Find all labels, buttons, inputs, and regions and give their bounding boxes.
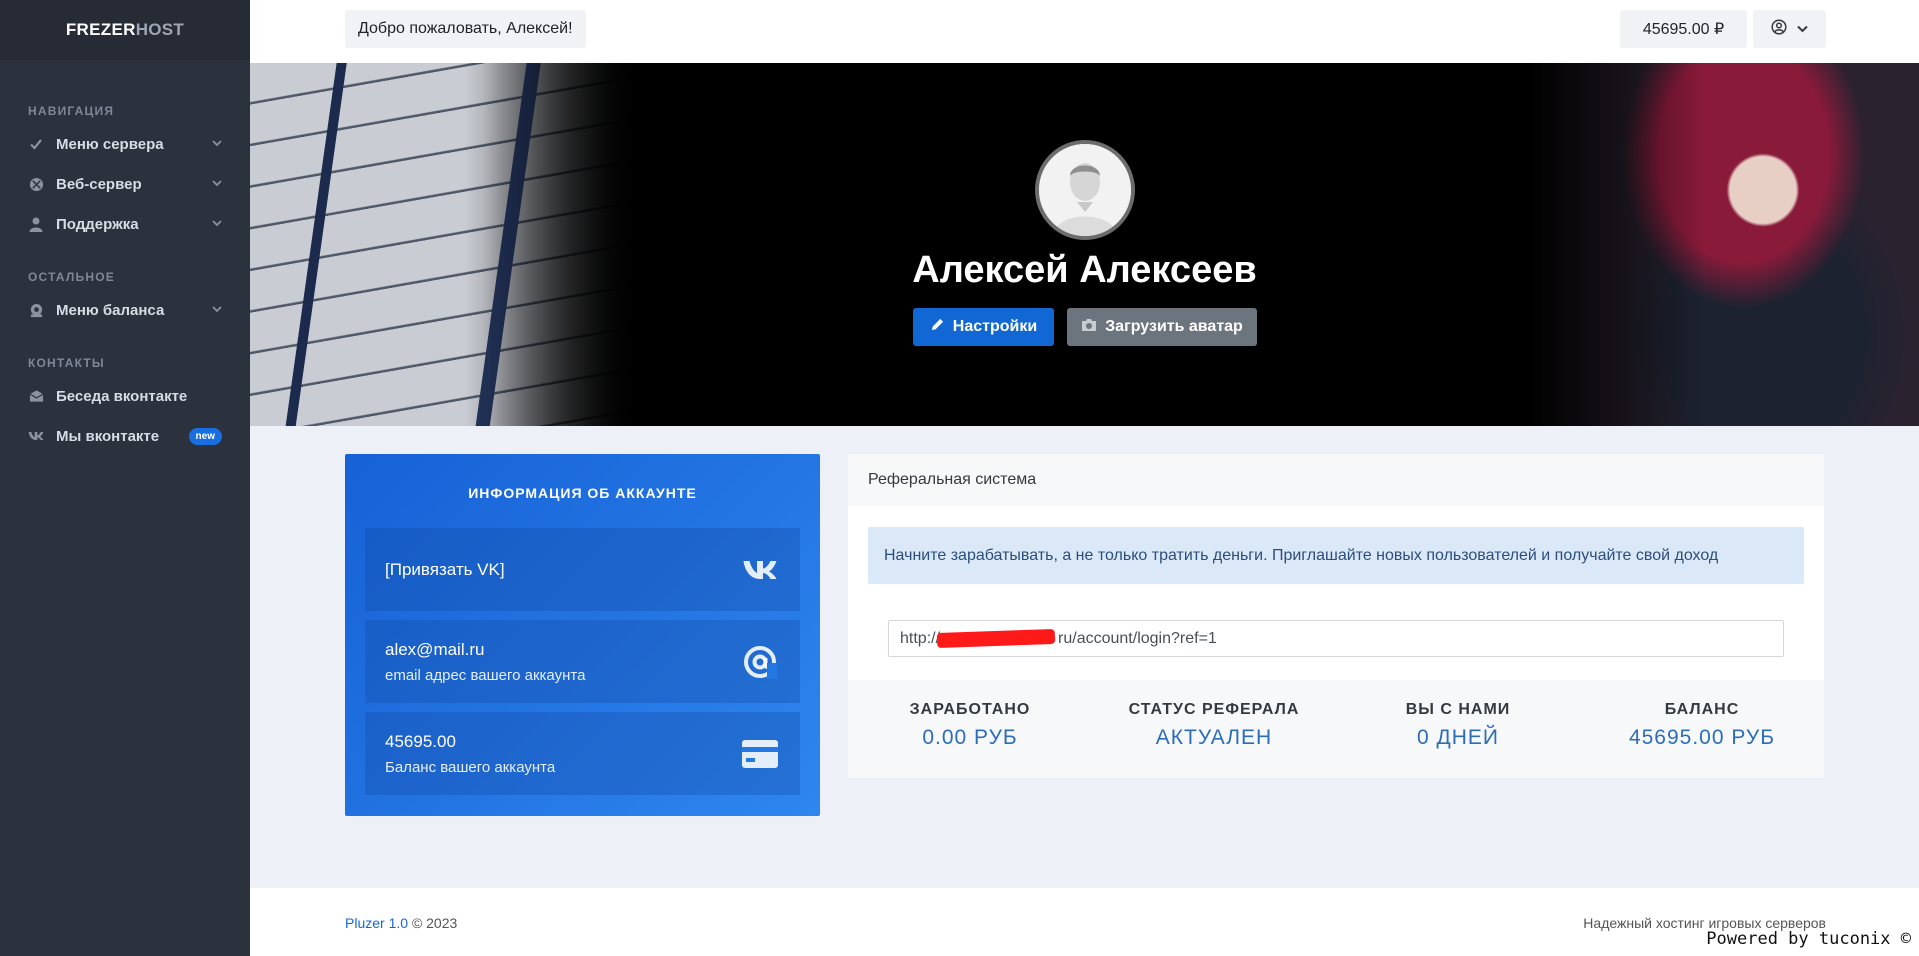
credit-card-icon bbox=[740, 739, 780, 769]
vk-icon bbox=[28, 428, 44, 444]
footer-year: © 2023 bbox=[411, 915, 458, 931]
stat-value: 0 ДНЕЙ bbox=[1416, 726, 1499, 749]
settings-button-label: Настройки bbox=[952, 318, 1038, 335]
chat-icon bbox=[28, 388, 44, 404]
chevron-down-icon bbox=[212, 179, 222, 190]
stat-label: БАЛАНС bbox=[1664, 701, 1740, 718]
stat-value: 0.00 РУБ bbox=[922, 726, 1018, 749]
sidebar-item-balance-menu[interactable]: Меню баланса bbox=[0, 290, 250, 330]
avatar bbox=[1035, 140, 1135, 240]
stat-label: ЗАРАБОТАНО bbox=[909, 701, 1031, 718]
welcome-message: Добро пожаловать, Алексей! bbox=[345, 10, 586, 48]
new-badge: new bbox=[188, 427, 222, 445]
sidebar-item-vk-chat[interactable]: Беседа вконтакте bbox=[0, 376, 250, 416]
balance-row: 45695.00 Баланс вашего аккаунта bbox=[365, 712, 800, 795]
referral-link-prefix: http:// bbox=[900, 629, 941, 647]
stat-label: ВЫ С НАМИ bbox=[1405, 701, 1511, 718]
footer-brand-link[interactable]: Pluzer 1.0 bbox=[345, 915, 408, 931]
sidebar-item-label: Мы вконтакте bbox=[56, 427, 160, 445]
account-email: alex@mail.ru bbox=[385, 639, 485, 659]
footer-copyright: Pluzer 1.0 © 2023 bbox=[345, 915, 457, 931]
user-circle-icon bbox=[1771, 18, 1787, 40]
nav-heading-contacts: КОНТАКТЫ bbox=[28, 356, 105, 370]
user-menu-button[interactable] bbox=[1753, 10, 1826, 48]
chevron-down-icon bbox=[212, 305, 222, 316]
referral-link-suffix: ru/account/login?ref=1 bbox=[1058, 629, 1217, 647]
sidebar-item-label: Меню баланса bbox=[56, 301, 165, 319]
stat-referral-status: СТАТУС РЕФЕРАЛА АКТУАЛЕН bbox=[1092, 680, 1336, 778]
sidebar: FREZER HOST НАВИГАЦИЯ Меню сервера Веб-се… bbox=[0, 0, 250, 956]
account-email-caption: email адрес вашего аккаунта bbox=[385, 666, 586, 684]
vk-link-text: [Привязать VK] bbox=[385, 559, 505, 579]
sidebar-item-label: Поддержка bbox=[56, 215, 139, 233]
sidebar-item-label: Веб-сервер bbox=[56, 175, 142, 193]
email-row: alex@mail.ru email адрес вашего аккаунта bbox=[365, 620, 800, 703]
camera-icon bbox=[1081, 318, 1097, 337]
account-balance: 45695.00 bbox=[385, 731, 456, 751]
header-balance[interactable]: 45695.00 ₽ bbox=[1620, 10, 1747, 48]
user-icon bbox=[28, 216, 44, 232]
stat-value: АКТУАЛЕН bbox=[1155, 726, 1273, 749]
logo-part-2: HOST bbox=[135, 20, 185, 39]
referral-link-field[interactable]: http:// ru/account/login?ref=1 bbox=[888, 620, 1784, 657]
logo[interactable]: FREZER HOST bbox=[0, 0, 250, 60]
profile-hero: Алексей Алексеев Настройки Загрузить ава… bbox=[250, 63, 1919, 426]
stat-value: 45695.00 РУБ bbox=[1628, 726, 1776, 749]
stat-label: СТАТУС РЕФЕРАЛА bbox=[1128, 701, 1300, 718]
stat-days-with-us: ВЫ С НАМИ 0 ДНЕЙ bbox=[1336, 680, 1580, 778]
pencil-icon bbox=[930, 317, 945, 337]
chevron-down-icon bbox=[1797, 20, 1808, 38]
stat-earned: ЗАРАБОТАНО 0.00 РУБ bbox=[848, 680, 1092, 778]
account-info-card: ИНФОРМАЦИЯ ОБ АККАУНТЕ [Привязать VK] al… bbox=[345, 454, 820, 816]
sidebar-item-vk-group[interactable]: Мы вконтакте new bbox=[0, 416, 250, 456]
sidebar-item-web-server[interactable]: Веб-сервер bbox=[0, 164, 250, 204]
wallet-icon bbox=[28, 302, 44, 318]
referral-alert: Начните зарабатывать, а не только тратит… bbox=[868, 527, 1804, 584]
globe-icon bbox=[28, 176, 44, 192]
vk-icon bbox=[740, 559, 780, 581]
sidebar-item-support[interactable]: Поддержка bbox=[0, 204, 250, 244]
powered-by-text: Powered by tuconix © bbox=[1706, 929, 1911, 949]
account-balance-caption: Баланс вашего аккаунта bbox=[385, 758, 556, 776]
sidebar-item-label: Меню сервера bbox=[56, 135, 164, 153]
profile-name: Алексей Алексеев bbox=[912, 249, 1257, 291]
hero-background-right bbox=[1529, 63, 1919, 426]
referral-title: Реферальная система bbox=[848, 454, 1824, 506]
hero-background-left bbox=[250, 63, 640, 426]
nav-heading-other: ОСТАЛЬНОЕ bbox=[28, 270, 115, 284]
referral-card: Реферальная система Начните зарабатывать… bbox=[848, 454, 1824, 778]
settings-button[interactable]: Настройки bbox=[913, 308, 1054, 346]
stat-balance: БАЛАНС 45695.00 РУБ bbox=[1580, 680, 1824, 778]
footer: Pluzer 1.0 © 2023 Надежный хостинг игров… bbox=[250, 888, 1919, 956]
check-icon bbox=[28, 136, 44, 152]
chevron-down-icon bbox=[212, 139, 222, 150]
referral-stats: ЗАРАБОТАНО 0.00 РУБ СТАТУС РЕФЕРАЛА АКТУ… bbox=[848, 680, 1824, 778]
top-header: Добро пожаловать, Алексей! 45695.00 ₽ bbox=[250, 0, 1919, 63]
sidebar-item-label: Беседа вконтакте bbox=[56, 387, 188, 405]
chevron-down-icon bbox=[212, 219, 222, 230]
sidebar-item-server-menu[interactable]: Меню сервера bbox=[0, 124, 250, 164]
vk-link-row[interactable]: [Привязать VK] bbox=[365, 528, 800, 611]
upload-avatar-button-label: Загрузить аватар bbox=[1105, 318, 1243, 335]
redaction-mark bbox=[936, 628, 1056, 649]
nav-heading-navigation: НАВИГАЦИЯ bbox=[28, 104, 115, 118]
account-info-title: ИНФОРМАЦИЯ ОБ АККАУНТЕ bbox=[468, 485, 697, 501]
logo-part-1: FREZER bbox=[65, 20, 136, 39]
upload-avatar-button[interactable]: Загрузить аватар bbox=[1067, 308, 1257, 346]
at-sign-icon bbox=[740, 645, 780, 679]
